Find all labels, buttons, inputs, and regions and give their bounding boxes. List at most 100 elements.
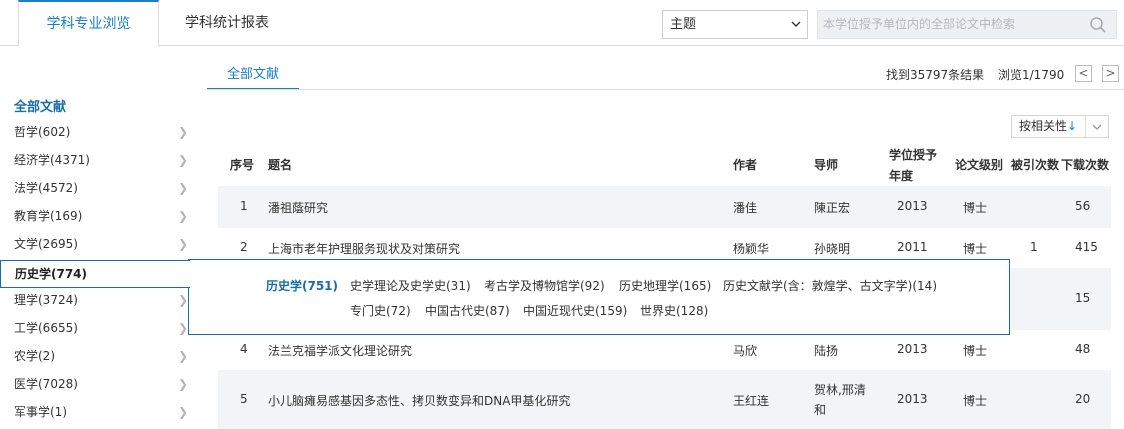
chevron-right-icon: ❯: [177, 209, 188, 223]
subcategory-item[interactable]: 历史地理学(165): [619, 277, 711, 294]
cell-year: 2011: [897, 240, 928, 254]
sidebar-category-label: 理学(3724): [14, 293, 78, 307]
search-placeholder: 本学位授予单位内的全部论文中检索: [823, 17, 1016, 31]
subcategory-item[interactable]: 史学理论及史学史(31): [350, 277, 471, 294]
cell-author: 马欣: [733, 344, 758, 358]
header-index: 序号: [230, 158, 255, 172]
cell-no: 5: [240, 391, 248, 406]
cell-year: 2013: [897, 391, 928, 406]
prev-page-button[interactable]: <: [1075, 65, 1092, 82]
divider: [1085, 116, 1086, 137]
subcategory-popup: 历史学(751) 史学理论及史学史(31) 考古学及博物馆学(92) 历史地理学…: [188, 259, 1010, 335]
subcategory-main[interactable]: 历史学(751): [266, 277, 338, 294]
cell-title[interactable]: 上海市老年护理服务现状及对策研究: [268, 240, 460, 257]
cell-downloads: 20: [1075, 391, 1091, 406]
cell-title[interactable]: 潘祖蔭研究: [268, 199, 328, 216]
header-advisor: 导师: [814, 158, 839, 172]
chevron-right-icon: ❯: [177, 321, 188, 335]
sidebar-category-label: 教育学(169): [14, 209, 83, 223]
header-degree-year-line2: 年度: [889, 169, 914, 183]
chevron-right-icon: ❯: [177, 405, 188, 419]
cell-author: 杨颖华: [733, 242, 770, 256]
cell-downloads: 15: [1075, 291, 1091, 305]
cell-level: 博士: [963, 201, 988, 215]
cell-advisor: 贺林,邢清: [814, 383, 866, 397]
chevron-right-icon: ❯: [177, 181, 188, 195]
subcategory-item[interactable]: 中国古代史(87): [425, 302, 510, 319]
sidebar-category-item[interactable]: 文学(2695) ❯: [14, 234, 194, 254]
sidebar-all-documents[interactable]: 全部文献: [14, 96, 66, 115]
page-indicator: 浏览1/1790: [998, 68, 1065, 82]
cell-author: 王红连: [733, 393, 770, 408]
cell-cited: 1: [1030, 240, 1038, 254]
sidebar-category-item[interactable]: 法学(4572) ❯: [14, 178, 194, 198]
subcategory-item[interactable]: 历史文献学(含：敦煌学、古文字学)(14): [723, 277, 937, 294]
sidebar-category-label: 哲学(602): [14, 125, 71, 139]
cell-title[interactable]: 法兰克福学派文化理论研究: [268, 342, 412, 359]
sidebar-category-label: 经济学(4371): [14, 153, 90, 167]
tab-all-documents[interactable]: 全部文献: [207, 62, 299, 90]
cell-author: 潘佳: [733, 201, 758, 215]
sidebar-category-item[interactable]: 哲学(602) ❯: [14, 122, 194, 142]
header-title: 题名: [268, 158, 293, 172]
top-bar: 学科专业浏览 学科统计报表 主题 本学位授予单位内的全部论文中检索: [0, 0, 1124, 47]
cell-advisor: 陆扬: [814, 344, 839, 358]
sidebar-category-item[interactable]: 医学(7028) ❯: [14, 374, 194, 394]
chevron-down-icon: [1092, 124, 1102, 130]
cell-downloads: 56: [1075, 199, 1091, 213]
chevron-down-icon: [791, 21, 801, 27]
sidebar-category-item[interactable]: 农学(2) ❯: [14, 346, 194, 366]
subcategory-item[interactable]: 考古学及博物馆学(92): [484, 277, 605, 294]
search-scope-value: 主题: [670, 17, 697, 32]
sort-select[interactable]: 按相关性↓: [1011, 115, 1109, 138]
sidebar-category-item[interactable]: 历史学(774): [0, 260, 190, 288]
sidebar-category-item[interactable]: 理学(3724) ❯: [14, 290, 194, 310]
sidebar-category-item[interactable]: 军事学(1) ❯: [14, 402, 194, 422]
chevron-right-icon: ❯: [177, 153, 188, 167]
tab-subject-statistics[interactable]: 学科统计报表: [172, 0, 282, 46]
sort-label: 按相关性: [1019, 119, 1068, 133]
sidebar-category-item[interactable]: 教育学(169) ❯: [14, 206, 194, 226]
chevron-right-icon: ❯: [177, 293, 188, 307]
header-downloads: 下载次数: [1061, 158, 1110, 172]
cell-downloads: 415: [1075, 240, 1098, 254]
header-cited: 被引次数: [1011, 158, 1060, 172]
cell-year: 2013: [897, 199, 928, 213]
result-count: 找到35797条结果: [886, 68, 985, 82]
header-author: 作者: [733, 158, 758, 172]
cell-level: 博士: [963, 393, 988, 408]
tab-subject-browse[interactable]: 学科专业浏览: [18, 0, 159, 47]
sidebar-category-label: 军事学(1): [14, 405, 67, 419]
cell-title[interactable]: 小儿脑瘫易感基因多态性、拷贝数变异和DNA甲基化研究: [268, 392, 570, 409]
search-scope-select[interactable]: 主题: [662, 10, 808, 39]
sidebar-category-label: 农学(2): [14, 349, 55, 363]
cell-no: 1: [240, 199, 248, 213]
header-level: 论文级别: [955, 158, 1004, 172]
sidebar-category-item[interactable]: 经济学(4371) ❯: [14, 150, 194, 170]
cell-year: 2013: [897, 342, 928, 356]
subcategory-item[interactable]: 世界史(128): [640, 302, 708, 319]
sidebar-category-label: 文学(2695): [14, 237, 78, 251]
chevron-right-icon: ❯: [177, 349, 188, 363]
chevron-right-icon: ❯: [177, 377, 188, 391]
sidebar-category-label: 工学(6655): [14, 321, 78, 335]
sidebar-category-label: 历史学(774): [15, 267, 88, 281]
sort-arrow-icon: ↓: [1067, 119, 1078, 133]
sidebar-category-label: 医学(7028): [14, 377, 78, 391]
chevron-right-icon: ❯: [177, 237, 188, 251]
cell-no: 4: [240, 342, 248, 356]
subcategory-item[interactable]: 专门史(72): [350, 302, 411, 319]
subcategory-item[interactable]: 中国近现代史(159): [523, 302, 627, 319]
cell-level: 博士: [963, 242, 988, 256]
search-icon[interactable]: [1089, 16, 1107, 34]
cell-advisor-line2: 和: [814, 403, 827, 417]
cell-advisor: 陳正宏: [814, 201, 851, 215]
cell-no: 2: [240, 240, 248, 254]
sidebar-category-label: 法学(4572): [14, 181, 78, 195]
cell-downloads: 48: [1075, 342, 1091, 356]
search-input[interactable]: 本学位授予单位内的全部论文中检索: [817, 10, 1117, 39]
header-degree-year-line1: 学位授予: [889, 148, 938, 162]
divider: [207, 89, 1124, 90]
next-page-button[interactable]: >: [1102, 65, 1119, 82]
sidebar-category-item[interactable]: 工学(6655) ❯: [14, 318, 194, 338]
